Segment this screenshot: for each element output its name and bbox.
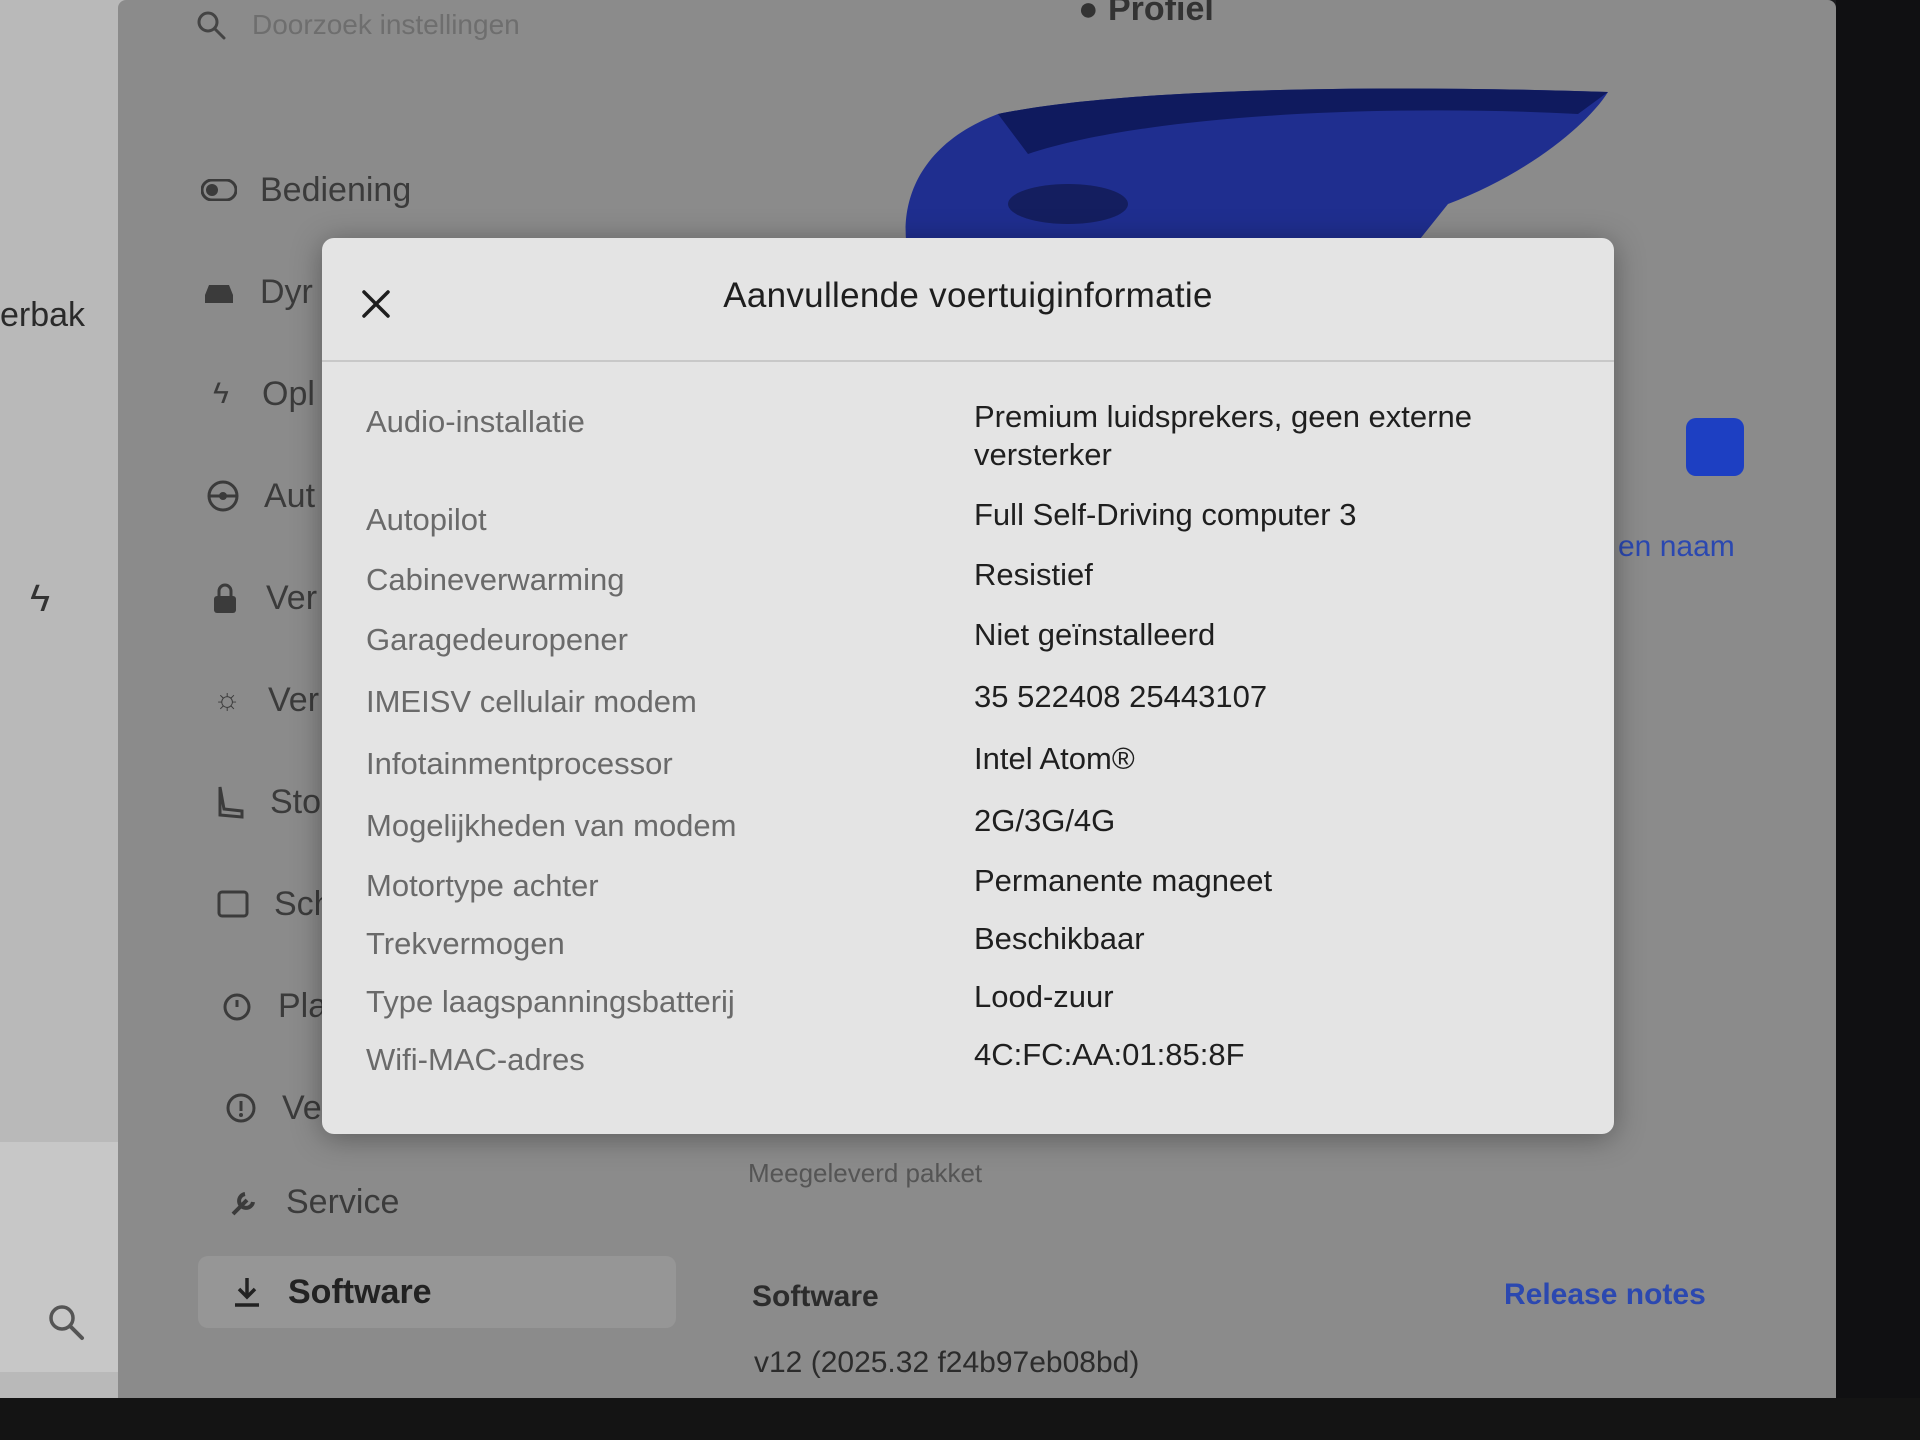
left-panel-partial-label: erbak xyxy=(0,296,86,334)
info-label: Wifi-MAC-adres xyxy=(366,1042,585,1077)
steering-wheel-icon xyxy=(202,475,244,517)
info-value: Full Self-Driving computer 3 xyxy=(974,497,1357,532)
info-label: Motortype achter xyxy=(366,868,599,903)
screen-bezel xyxy=(1836,0,1920,1440)
person-icon: ● xyxy=(1078,0,1099,28)
screen-icon xyxy=(212,883,254,925)
sun-icon: ☼ xyxy=(213,683,241,716)
info-value: Permanente magneet xyxy=(974,863,1273,898)
info-label: IMEISV cellulair modem xyxy=(366,684,697,719)
info-value: Intel Atom® xyxy=(974,741,1135,776)
info-row-towing: Trekvermogen Beschikbaar xyxy=(366,920,1576,962)
software-heading: Software xyxy=(752,1280,879,1313)
info-value: Premium luidsprekers, geen externe verst… xyxy=(974,399,1472,472)
search-placeholder: Doorzoek instellingen xyxy=(252,9,520,40)
profile-label: Profiel xyxy=(1108,0,1214,28)
nav-item-label: Service xyxy=(286,1182,400,1221)
search-icon[interactable] xyxy=(46,1302,86,1342)
software-version: v12 (2025.32 f24b97eb08bd) xyxy=(754,1346,1140,1379)
info-row-autopilot: Autopilot Full Self-Driving computer 3 xyxy=(366,496,1576,538)
info-row-wifi-mac: Wifi-MAC-adres 4C:FC:AA:01:85:8F xyxy=(366,1036,1576,1078)
blue-badge-icon[interactable] xyxy=(1686,418,1744,476)
nav-item-label: Opl xyxy=(262,374,315,413)
info-row-modem: Mogelijkheden van modem 2G/3G/4G xyxy=(366,802,1576,844)
seat-icon xyxy=(208,781,250,823)
profile-button[interactable]: ● Profiel xyxy=(1078,0,1214,29)
bolt-icon: ϟ xyxy=(213,377,229,410)
nav-item-label: Aut xyxy=(264,476,316,515)
package-label: Meegeleverd pakket xyxy=(748,1158,983,1188)
info-label: Trekvermogen xyxy=(366,926,565,961)
info-row-imeisv: IMEISV cellulair modem 35 522408 2544310… xyxy=(366,678,1576,720)
nav-item-label: Software xyxy=(288,1272,432,1311)
info-row-battery: Type laagspanningsbatterij Lood-zuur xyxy=(366,978,1576,1020)
nav-item-label: Bediening xyxy=(260,170,412,209)
info-circle-icon xyxy=(220,1087,262,1129)
search-icon xyxy=(197,11,226,40)
nav-item-label: Dyr xyxy=(260,272,313,311)
info-row-cabin-heating: Cabineverwarming Resistief xyxy=(366,556,1576,598)
info-label: Type laagspanningsbatterij xyxy=(366,984,735,1019)
vehicle-info-modal: Aanvullende voertuiginformatie Audio-ins… xyxy=(322,238,1614,1134)
info-label: Cabineverwarming xyxy=(366,562,625,597)
info-label: Infotainmentprocessor xyxy=(366,746,673,781)
info-value: 4C:FC:AA:01:85:8F xyxy=(974,1037,1245,1072)
info-row-motor: Motortype achter Permanente magneet xyxy=(366,862,1576,904)
info-label: Garagedeuropener xyxy=(366,622,628,657)
info-value: Beschikbaar xyxy=(974,921,1145,956)
nav-item-label: Sto xyxy=(270,782,322,821)
info-value: Niet geïnstalleerd xyxy=(974,617,1216,652)
nav-item-bediening[interactable]: Bediening xyxy=(198,160,698,220)
lock-icon xyxy=(204,577,246,619)
bolt-icon: ϟ xyxy=(30,578,51,620)
info-value: 2G/3G/4G xyxy=(974,803,1116,838)
info-row-infotainment: Infotainmentprocessor Intel Atom® xyxy=(366,740,1576,782)
car-icon xyxy=(198,271,240,313)
rename-link[interactable]: en naam xyxy=(1618,530,1735,564)
wrench-icon xyxy=(224,1181,266,1223)
info-label: Autopilot xyxy=(366,502,487,537)
alarm-clock-icon xyxy=(216,985,258,1027)
info-row-audio: Audio-installatie Premium luidsprekers, … xyxy=(366,398,1576,474)
download-icon xyxy=(226,1271,268,1313)
bottom-bezel xyxy=(0,1398,1920,1440)
modal-title: Aanvullende voertuiginformatie xyxy=(723,276,1213,315)
nav-item-label: Pla xyxy=(278,986,328,1025)
info-value: Lood-zuur xyxy=(974,979,1114,1014)
modal-header: Aanvullende voertuiginformatie xyxy=(322,238,1614,362)
info-row-garage-door: Garagedeuropener Niet geïnstalleerd xyxy=(366,616,1576,658)
release-notes-link[interactable]: Release notes xyxy=(1504,1278,1706,1312)
info-label: Mogelijkheden van modem xyxy=(366,808,737,843)
info-value: Resistief xyxy=(974,557,1093,592)
info-label: Audio-installatie xyxy=(366,404,585,439)
nav-item-software[interactable]: Software xyxy=(198,1256,676,1328)
nav-item-label: Ver xyxy=(266,578,318,617)
car-image xyxy=(905,88,1608,254)
info-value: 35 522408 25443107 xyxy=(974,679,1268,714)
settings-search-bar[interactable]: Doorzoek instellingen xyxy=(196,0,520,50)
nav-item-label: Ver xyxy=(268,680,320,719)
nav-item-service[interactable]: Service xyxy=(224,1172,724,1232)
toggle-icon xyxy=(198,169,240,211)
